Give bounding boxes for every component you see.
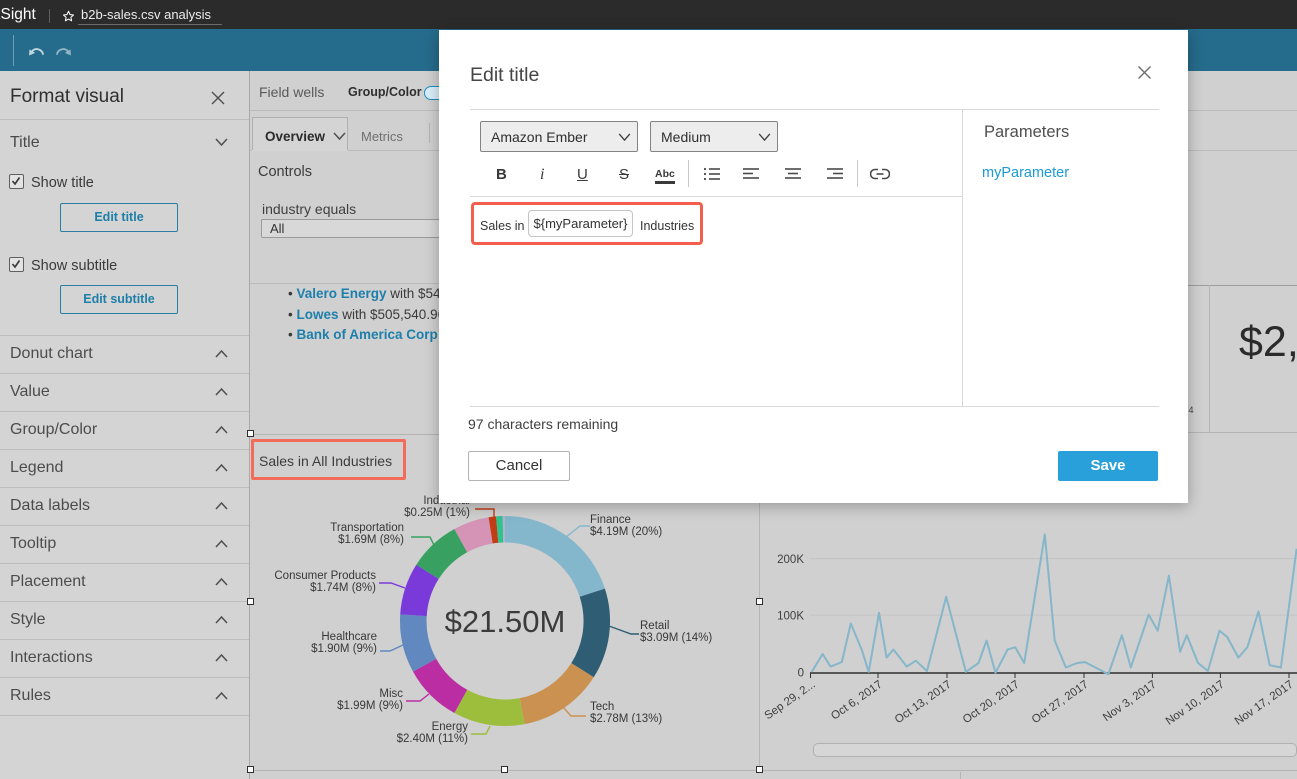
svg-text:0: 0 xyxy=(798,668,804,680)
svg-text:Oct 13, 2017: Oct 13, 2017 xyxy=(893,679,954,727)
svg-text:100K: 100K xyxy=(777,611,804,623)
svg-text:Nov 17, 2017: Nov 17, 2017 xyxy=(1233,679,1296,728)
svg-text:Oct 6, 2017: Oct 6, 2017 xyxy=(829,679,885,723)
svg-text:Oct 27, 2017: Oct 27, 2017 xyxy=(1030,679,1091,727)
svg-text:Sep 29, 2...: Sep 29, 2... xyxy=(763,679,818,723)
svg-text:200K: 200K xyxy=(777,554,804,566)
svg-text:$21.50M: $21.50M xyxy=(445,604,566,639)
svg-text:Nov 10, 2017: Nov 10, 2017 xyxy=(1164,679,1227,728)
svg-text:Nov 3, 2017: Nov 3, 2017 xyxy=(1101,679,1159,724)
svg-text:Oct 20, 2017: Oct 20, 2017 xyxy=(961,679,1022,727)
